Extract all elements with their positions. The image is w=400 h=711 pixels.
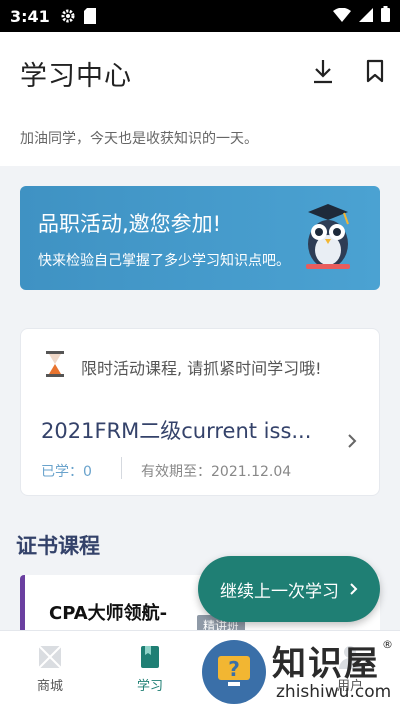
course-title: 2021FRM二级current iss... — [41, 419, 312, 443]
chevron-right-icon — [350, 583, 358, 595]
continue-label: 继续上一次学习 — [220, 581, 339, 602]
valid-until: 有效期至：2021.12.04 — [141, 464, 292, 480]
mall-icon — [38, 645, 62, 669]
wifi-icon — [333, 7, 351, 26]
chevron-right-icon — [347, 433, 357, 453]
download-button[interactable] — [308, 56, 338, 86]
banner-subtitle: 快来检验自己掌握了多少学习知识点吧。 — [38, 253, 290, 269]
greeting-text: 加油同学，今天也是收获知识的一天。 — [20, 131, 258, 147]
page-title: 学习中心 — [20, 61, 132, 92]
signal-icon — [359, 7, 373, 26]
watermark: ? 知识屋 ® zhishiwu.com — [200, 632, 400, 711]
settings-icon — [60, 8, 76, 24]
banner-title: 品职活动,邀您参加! — [38, 212, 222, 236]
bookmark-icon — [366, 59, 384, 83]
bookmark-button[interactable] — [360, 56, 390, 86]
limited-course-card[interactable]: 限时活动课程, 请抓紧时间学习哦! 2021FRM二级current iss..… — [20, 328, 380, 496]
watermark-url: zhishiwu.com — [276, 682, 392, 702]
nav-item-study[interactable]: 学习 — [120, 645, 180, 694]
nav-label: 商城 — [36, 679, 63, 694]
owl-mascot-icon — [298, 202, 358, 276]
certificate-course-title: CPA大师领航- — [49, 603, 168, 624]
battery-icon — [381, 6, 390, 26]
course-notice: 限时活动课程, 请抓紧时间学习哦! — [81, 359, 322, 378]
sd-card-icon — [83, 8, 96, 24]
status-time: 3:41 — [10, 6, 50, 26]
status-bar: 3:41 — [0, 0, 400, 32]
nav-label: 学习 — [136, 679, 163, 694]
continue-learning-button[interactable]: 继续上一次学习 — [198, 556, 380, 622]
watermark-text: 知识屋 — [272, 644, 380, 684]
learned-count: 已学：0 — [41, 464, 92, 480]
svg-text:?: ? — [228, 657, 240, 681]
nav-item-mall[interactable]: 商城 — [20, 645, 80, 694]
section-title: 证书课程 — [16, 534, 100, 558]
book-icon — [141, 646, 159, 668]
hourglass-icon — [45, 351, 65, 381]
watermark-reg: ® — [382, 638, 393, 651]
divider — [121, 457, 122, 479]
header: 学习中心 加油同学，今天也是收获知识的一天。 — [0, 32, 400, 166]
download-icon — [314, 60, 332, 84]
activity-banner[interactable]: 品职活动,邀您参加! 快来检验自己掌握了多少学习知识点吧。 — [20, 186, 380, 290]
watermark-logo-icon: ? — [202, 640, 266, 704]
